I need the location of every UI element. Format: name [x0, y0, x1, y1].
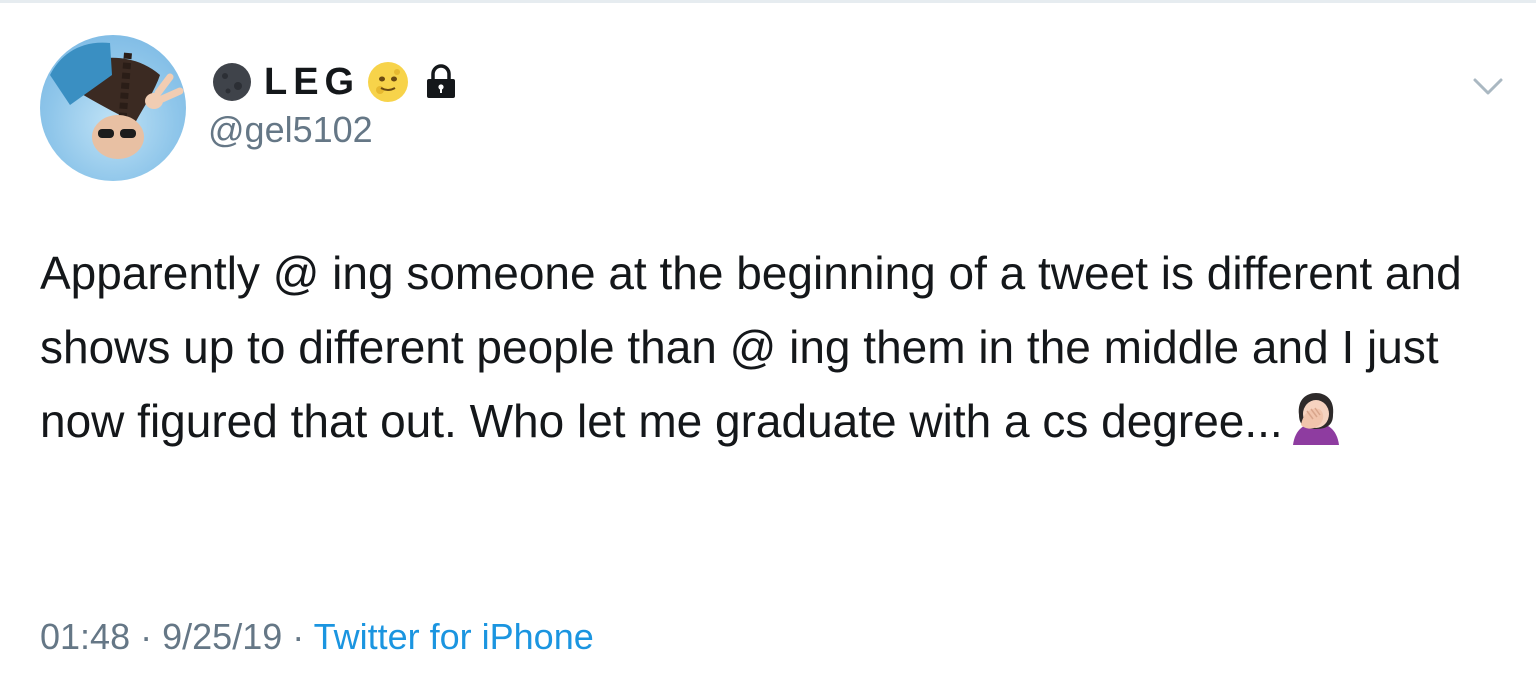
- tweet-time[interactable]: 01:48: [40, 616, 130, 657]
- lock-icon: [427, 64, 456, 98]
- avatar[interactable]: [40, 35, 186, 181]
- new-moon-emoji-icon: [213, 63, 251, 101]
- tweet-body: Apparently @ ing someone at the beginnin…: [40, 247, 1462, 447]
- tweet-text: Apparently @ ing someone at the beginnin…: [40, 236, 1480, 458]
- moon-face-emoji-icon: [368, 62, 409, 102]
- meta-separator: ·: [140, 616, 153, 657]
- tweet-source-link[interactable]: Twitter for iPhone: [314, 616, 594, 657]
- meta-separator: ·: [292, 616, 305, 657]
- top-divider: [0, 0, 1536, 3]
- chevron-down-icon[interactable]: [1472, 74, 1504, 98]
- tweet-meta: 01:48 · 9/25/19 · Twitter for iPhone: [40, 612, 594, 662]
- author-name-row[interactable]: LEG: [212, 60, 458, 104]
- tweet-date[interactable]: 9/25/19: [162, 616, 282, 657]
- person-facepalming-emoji-icon: [1292, 393, 1339, 445]
- author-handle[interactable]: @gel5102: [208, 106, 373, 154]
- display-name: LEG: [264, 61, 361, 103]
